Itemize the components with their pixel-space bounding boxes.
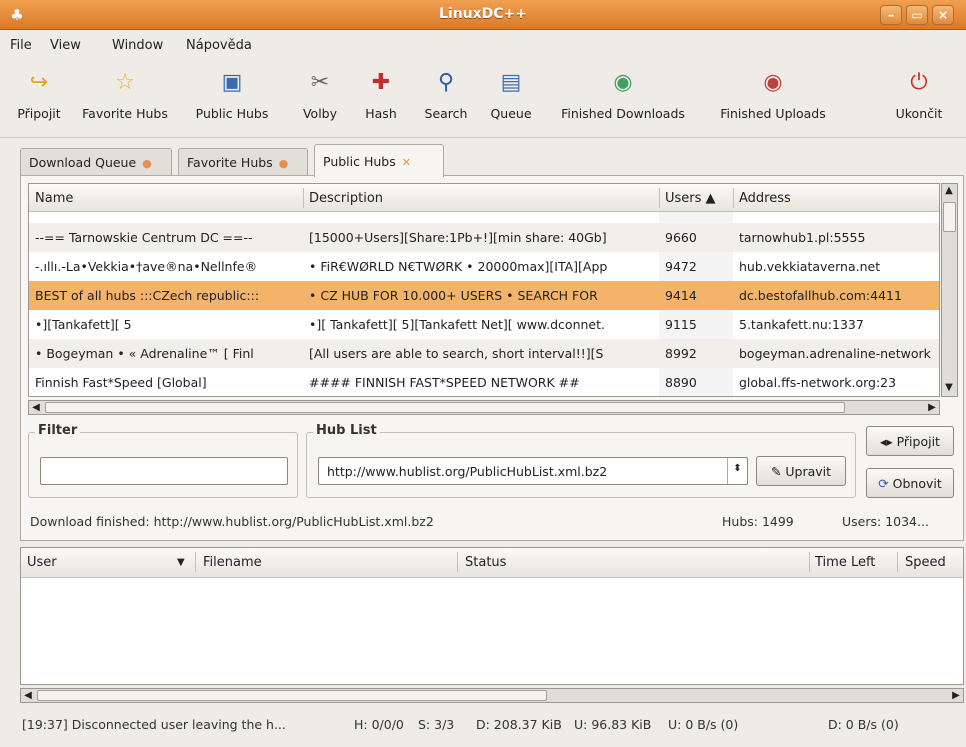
transfers-table-header: User ▼ Filename Status Time Left Speed	[21, 548, 963, 578]
network-icon: ▣	[221, 70, 243, 95]
toolbar-finished-downloads-button[interactable]: ◉ Finished Downloads	[548, 68, 698, 134]
scroll-right-icon[interactable]: ▶	[925, 401, 939, 416]
status-log: [19:37] Disconnected user leaving the h.…	[22, 717, 286, 732]
hash-icon: ✚	[371, 70, 391, 95]
menu-window[interactable]: Window	[112, 38, 163, 53]
table-row[interactable]: -.ıllı.-La•Vekkia•†ave®na•Nellnfe® • FiR…	[29, 252, 939, 281]
status-downloaded: D: 208.37 KiB	[476, 717, 562, 732]
download-icon: ◉	[613, 70, 633, 95]
edit-icon: ✎	[770, 464, 786, 479]
transfers-horizontal-scrollbar[interactable]: ◀ ▶	[20, 688, 964, 703]
column-speed[interactable]: Speed	[905, 555, 946, 570]
hublist-select[interactable]: http://www.hublist.org/PublicHubList.xml…	[318, 457, 748, 485]
hubs-table-header: Name Description Users ▲ Address	[29, 184, 939, 212]
scroll-right-icon[interactable]: ▶	[949, 689, 963, 704]
table-row[interactable]: •][Tankafett][ 5 •][ Tankafett][ 5][Tank…	[29, 310, 939, 339]
column-description[interactable]: Description	[309, 191, 383, 206]
column-filename[interactable]: Filename	[203, 555, 262, 570]
tools-icon: ✂	[310, 70, 330, 95]
tab-favorite-hubs[interactable]: Favorite Hubs ●	[178, 148, 308, 176]
toolbar-hash-button[interactable]: ✚ Hash	[354, 68, 408, 134]
connect-icon: ◂▸	[880, 434, 897, 449]
table-row[interactable]: --== Tarnowskie Centrum DC ==-- [15000+U…	[29, 223, 939, 252]
column-user[interactable]: User	[27, 555, 57, 570]
close-button[interactable]: ×	[932, 5, 954, 25]
table-row[interactable]: • Bogeyman • « Adrenaline™ [ Finl [All u…	[29, 339, 939, 368]
menu-file[interactable]: File	[10, 38, 32, 53]
toolbar-settings-button[interactable]: ✂ Volby	[292, 68, 348, 134]
close-icon[interactable]: ●	[279, 157, 289, 170]
close-icon[interactable]: ●	[142, 157, 152, 170]
window-title: LinuxDC++	[438, 6, 528, 22]
column-separator[interactable]	[809, 552, 810, 572]
status-upload-rate: U: 0 B/s (0)	[668, 717, 739, 732]
search-icon: ⚲	[437, 70, 455, 95]
column-separator[interactable]	[303, 188, 304, 208]
refresh-button[interactable]: ⟳ Obnovit	[866, 468, 954, 498]
refresh-icon: ⟳	[878, 476, 893, 491]
hubs-count: Hubs: 1499	[722, 514, 794, 529]
scroll-left-icon[interactable]: ◀	[29, 401, 43, 416]
column-separator[interactable]	[733, 188, 734, 208]
scrollbar-thumb[interactable]	[943, 202, 956, 232]
power-icon: ⏻	[910, 70, 928, 95]
scrollbar-thumb[interactable]	[37, 690, 547, 701]
minimize-button[interactable]: –	[880, 5, 902, 25]
column-users[interactable]: Users ▲	[665, 191, 716, 206]
edit-hublist-button[interactable]: ✎ Upravit	[756, 456, 846, 486]
toolbar-search-button[interactable]: ⚲ Search	[414, 68, 478, 134]
toolbar-connect-button[interactable]: ↪ Připojit	[8, 68, 70, 134]
column-separator[interactable]	[659, 188, 660, 208]
hublist-label: Hub List	[313, 423, 380, 438]
connect-button[interactable]: ◂▸ Připojit	[866, 426, 954, 456]
star-icon: ☆	[115, 70, 135, 95]
status-download-rate: D: 0 B/s (0)	[828, 717, 899, 732]
toolbar-favorite-hubs-button[interactable]: ☆ Favorite Hubs	[72, 68, 178, 134]
transfers-table: User ▼ Filename Status Time Left Speed	[20, 547, 964, 685]
column-separator[interactable]	[897, 552, 898, 572]
toolbar-finished-uploads-button[interactable]: ◉ Finished Uploads	[704, 68, 842, 134]
chevron-updown-icon: ⬍	[727, 458, 747, 484]
status-hubs: H: 0/0/0	[354, 717, 404, 732]
column-name[interactable]: Name	[35, 191, 73, 206]
status-uploaded: U: 96.83 KiB	[574, 717, 652, 732]
connect-icon: ↪	[29, 70, 49, 95]
toolbar: ↪ Připojit ☆ Favorite Hubs ▣ Public Hubs…	[0, 62, 966, 138]
filter-input[interactable]	[40, 457, 288, 485]
table-row-selected[interactable]: BEST of all hubs :::CZech republic::: • …	[29, 281, 939, 310]
column-status[interactable]: Status	[465, 555, 506, 570]
scroll-left-icon[interactable]: ◀	[21, 689, 35, 704]
column-separator[interactable]	[457, 552, 458, 572]
title-bar: ♣ LinuxDC++ – ▭ ×	[0, 0, 966, 30]
menu-help[interactable]: Nápověda	[186, 38, 252, 53]
upload-icon: ◉	[763, 70, 783, 95]
column-separator[interactable]	[195, 552, 196, 572]
menu-view[interactable]: View	[50, 38, 81, 53]
column-address[interactable]: Address	[739, 191, 791, 206]
toolbar-public-hubs-button[interactable]: ▣ Public Hubs	[184, 68, 280, 134]
tab-public-hubs[interactable]: Public Hubs ✕	[314, 144, 444, 177]
status-slots: S: 3/3	[418, 717, 455, 732]
hubs-vertical-scrollbar[interactable]: ▲ ▼	[941, 183, 958, 397]
table-row[interactable]: Finnish Fast*Speed [Global] #### FINNISH…	[29, 368, 939, 396]
users-count: Users: 1034...	[842, 514, 929, 529]
hubs-table: Name Description Users ▲ Address --== Ta…	[28, 183, 940, 397]
queue-icon: ▤	[500, 70, 522, 95]
toolbar-quit-button[interactable]: ⏻ Ukončit	[888, 68, 950, 134]
hubs-horizontal-scrollbar[interactable]: ◀ ▶	[28, 400, 940, 415]
chevron-down-icon[interactable]: ▼	[177, 557, 185, 568]
column-time-left[interactable]: Time Left	[815, 555, 875, 570]
menu-bar: File View Window Nápověda	[0, 30, 966, 60]
toolbar-queue-button[interactable]: ▤ Queue	[480, 68, 542, 134]
status-message: Download finished: http://www.hublist.or…	[30, 514, 434, 529]
scroll-down-icon[interactable]: ▼	[942, 381, 956, 396]
scrollbar-thumb[interactable]	[45, 402, 845, 413]
filter-label: Filter	[35, 423, 81, 438]
close-icon[interactable]: ✕	[402, 156, 411, 169]
scroll-up-icon[interactable]: ▲	[942, 184, 956, 199]
maximize-button[interactable]: ▭	[906, 5, 928, 25]
tab-download-queue[interactable]: Download Queue ●	[20, 148, 172, 176]
